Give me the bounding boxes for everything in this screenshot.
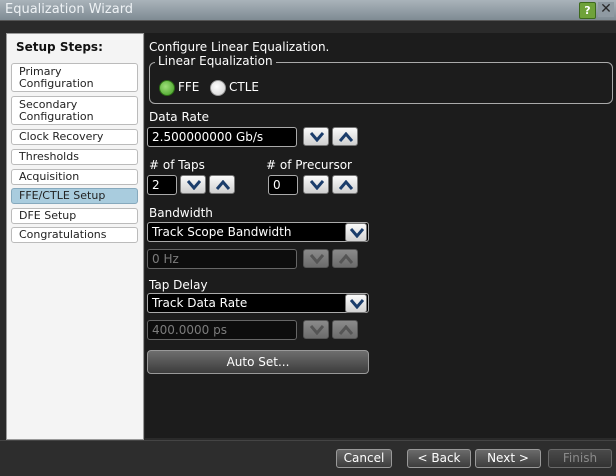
data-rate-up-button[interactable] (332, 127, 358, 146)
taps-field[interactable]: 2 (147, 175, 177, 195)
chevron-up-icon (339, 254, 353, 264)
tap-delay-dropdown-button[interactable] (345, 294, 367, 313)
chevron-up-icon (339, 132, 353, 142)
window-title: Equalization Wizard (5, 2, 134, 17)
page-heading: Configure Linear Equalization. (149, 40, 330, 54)
chevron-up-icon (216, 180, 230, 190)
cancel-button[interactable]: Cancel (336, 449, 392, 468)
chevron-up-icon (339, 180, 353, 190)
chevron-down-icon (310, 132, 324, 142)
ctle-label: CTLE (229, 80, 259, 94)
step-label: Acquisition (19, 170, 80, 183)
bandwidth-down-button (303, 249, 329, 268)
linear-equalization-label: Linear Equalization (155, 54, 276, 68)
step-label: Secondary Configuration (19, 98, 94, 123)
taps-down-button[interactable] (180, 175, 206, 194)
taps-label: # of Taps (149, 158, 205, 172)
step-ffe-ctle-setup[interactable]: FFE/CTLE Setup (11, 188, 138, 204)
chevron-down-icon (350, 299, 364, 309)
title-bar: Equalization Wizard ? ✕ (0, 0, 616, 21)
step-dfe-setup[interactable]: DFE Setup (11, 208, 138, 224)
bandwidth-dropdown-value: Track Scope Bandwidth (152, 225, 292, 239)
step-clock-recovery[interactable]: Clock Recovery (11, 129, 138, 145)
tap-delay-value-field: 400.0000 ps (147, 320, 297, 340)
step-label: Clock Recovery (19, 130, 104, 143)
bandwidth-up-button (332, 249, 358, 268)
step-acquisition[interactable]: Acquisition (11, 169, 138, 185)
help-button[interactable]: ? (579, 2, 596, 19)
ffe-label: FFE (178, 80, 200, 94)
ffe-radio[interactable] (159, 80, 175, 96)
bandwidth-value-field: 0 Hz (147, 249, 297, 269)
tap-delay-dropdown[interactable]: Track Data Rate (147, 293, 369, 313)
step-label: FFE/CTLE Setup (19, 189, 106, 202)
chevron-down-icon (310, 254, 324, 264)
bandwidth-dropdown-button[interactable] (345, 223, 367, 242)
close-button[interactable]: ✕ (598, 2, 614, 17)
step-congratulations[interactable]: Congratulations (11, 227, 138, 243)
chevron-down-icon (187, 180, 201, 190)
tap-delay-down-button (303, 320, 329, 339)
precursor-label: # of Precursor (266, 158, 352, 172)
setup-steps-header: Setup Steps: (16, 40, 103, 54)
bandwidth-label: Bandwidth (149, 206, 213, 220)
step-secondary-configuration[interactable]: Secondary Configuration (11, 96, 138, 125)
bandwidth-dropdown[interactable]: Track Scope Bandwidth (147, 222, 369, 242)
finish-button: Finish (548, 449, 612, 468)
tap-delay-dropdown-value: Track Data Rate (152, 296, 248, 310)
step-label: Primary Configuration (19, 65, 94, 90)
chevron-down-icon (310, 325, 324, 335)
precursor-up-button[interactable] (332, 175, 358, 194)
precursor-down-button[interactable] (303, 175, 329, 194)
chevron-down-icon (310, 180, 324, 190)
precursor-field[interactable]: 0 (268, 175, 298, 195)
tap-delay-label: Tap Delay (149, 278, 208, 292)
step-label: Thresholds (19, 150, 79, 163)
next-button[interactable]: Next > (475, 449, 541, 468)
step-label: DFE Setup (19, 209, 77, 222)
step-label: Congratulations (19, 228, 107, 241)
taps-up-button[interactable] (209, 175, 235, 194)
data-rate-label: Data Rate (149, 110, 209, 124)
step-primary-configuration[interactable]: Primary Configuration (11, 63, 138, 92)
chevron-up-icon (339, 325, 353, 335)
auto-set-button[interactable]: Auto Set... (147, 350, 369, 374)
data-rate-down-button[interactable] (303, 127, 329, 146)
back-button[interactable]: < Back (407, 449, 471, 468)
data-rate-field[interactable]: 2.500000000 Gb/s (147, 127, 297, 147)
setup-steps-panel: Setup Steps: Primary Configuration Secon… (6, 33, 144, 440)
tap-delay-up-button (332, 320, 358, 339)
chevron-down-icon (350, 228, 364, 238)
step-thresholds[interactable]: Thresholds (11, 149, 138, 165)
ctle-radio[interactable] (210, 80, 226, 96)
